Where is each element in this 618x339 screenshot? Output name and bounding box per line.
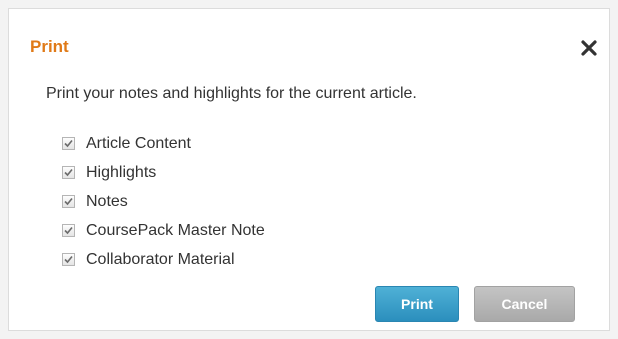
option-article-content[interactable]: Article Content [62, 129, 265, 158]
close-button[interactable] [580, 39, 598, 57]
check-icon [64, 226, 73, 235]
print-options-list: Article Content Highlights Notes CourseP… [62, 129, 265, 274]
check-icon [64, 197, 73, 206]
dialog-title: Print [30, 37, 69, 56]
option-collaborator-material[interactable]: Collaborator Material [62, 245, 265, 274]
option-highlights[interactable]: Highlights [62, 158, 265, 187]
print-dialog: Print Print your notes and highlights fo… [8, 8, 610, 331]
dialog-description: Print your notes and highlights for the … [46, 85, 417, 102]
print-button[interactable]: Print [375, 286, 459, 322]
collaborator-material-checkbox[interactable] [62, 253, 75, 266]
close-icon [581, 40, 597, 56]
option-label: Highlights [86, 163, 157, 181]
check-icon [64, 139, 73, 148]
highlights-checkbox[interactable] [62, 166, 75, 179]
check-icon [64, 255, 73, 264]
coursepack-master-note-checkbox[interactable] [62, 224, 75, 237]
article-content-checkbox[interactable] [62, 137, 75, 150]
notes-checkbox[interactable] [62, 195, 75, 208]
check-icon [64, 168, 73, 177]
option-label: CoursePack Master Note [86, 221, 265, 239]
option-label: Article Content [86, 134, 191, 152]
option-notes[interactable]: Notes [62, 187, 265, 216]
option-coursepack-master-note[interactable]: CoursePack Master Note [62, 216, 265, 245]
cancel-button[interactable]: Cancel [474, 286, 575, 322]
option-label: Notes [86, 192, 128, 210]
option-label: Collaborator Material [86, 250, 235, 268]
